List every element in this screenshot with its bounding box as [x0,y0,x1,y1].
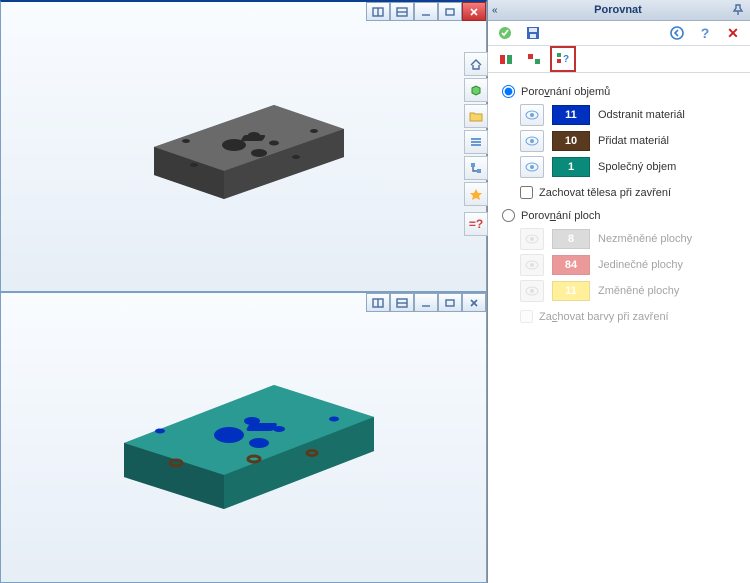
panel-back-icon[interactable] [666,22,688,44]
label-changed: Změněné plochy [598,285,679,297]
swatch-changed: 11 [552,281,590,301]
dock-folder-icon[interactable] [464,104,488,128]
radio-faces[interactable] [502,209,515,222]
label-unique: Jedinečné plochy [598,259,683,271]
model-bottom [94,333,394,543]
compare-tool-2-icon[interactable] [522,47,546,71]
dock-list-icon[interactable] [464,130,488,154]
vp-bot-split-v[interactable] [390,293,414,312]
eye-changed [520,280,544,302]
eye-unique [520,254,544,276]
swatch-unique: 84 [552,255,590,275]
side-dock: =? [464,52,486,236]
label-add: Přidat materiál [598,135,669,147]
panel-collapse-icon[interactable]: « [492,5,504,16]
vp-top-split-h[interactable] [366,2,390,21]
panel-ok-icon[interactable] [494,22,516,44]
radio-volumes[interactable] [502,85,515,98]
panel-action-row: ? ✕ [488,21,750,46]
row-changed-faces: 11 Změněné plochy [520,280,740,302]
compare-tool-1-icon[interactable] [494,47,518,71]
keep-colors-label: Zachovat barvy při zavření [539,311,669,323]
group-faces-radio[interactable]: Porovnání ploch [502,209,740,222]
vp-bot-split-h[interactable] [366,293,390,312]
eye-common-volume[interactable] [520,156,544,178]
row-remove-material: 11 Odstranit materiál [520,104,740,126]
panel-titlebar: « Porovnat [488,0,750,21]
panel-help-icon[interactable]: ? [694,22,716,44]
vp-top-close[interactable] [462,2,486,21]
keep-colors-checkbox: Zachovat barvy při zavření [520,310,740,323]
swatch-add[interactable]: 10 [552,131,590,151]
svg-text:?: ? [563,54,569,65]
label-remove: Odstranit materiál [598,109,685,121]
compare-tool-3-icon[interactable]: ? [550,46,576,72]
vp-bot-maximize[interactable] [438,293,462,312]
vp-top-split-v[interactable] [390,2,414,21]
eye-unchanged [520,228,544,250]
chk-keep-colors [520,310,533,323]
label-unchanged: Nezměněné plochy [598,233,692,245]
viewport-top[interactable] [0,0,487,292]
panel-close-icon[interactable]: ✕ [722,22,744,44]
panel-pin-icon[interactable] [732,3,746,18]
group-volumes-label: Porovnání objemů [521,86,610,98]
group-volumes-radio[interactable]: Porovnání objemů [502,85,740,98]
row-add-material: 10 Přidat materiál [520,130,740,152]
eye-remove-material[interactable] [520,104,544,126]
dock-tree-icon[interactable] [464,156,488,180]
group-faces-label: Porovnání ploch [521,210,601,222]
panel-title: Porovnat [508,4,728,16]
vp-bot-close[interactable] [462,293,486,312]
vp-bot-minimize[interactable] [414,293,438,312]
row-unchanged-faces: 8 Nezměněné plochy [520,228,740,250]
viewport-bottom[interactable] [0,292,487,583]
compare-toolbar: ? [488,46,750,73]
swatch-unchanged: 8 [552,229,590,249]
dock-compare-icon[interactable]: =? [464,212,488,236]
panel-body: Porovnání objemů 11 Odstranit materiál 1… [488,73,750,583]
swatch-common[interactable]: 1 [552,157,590,177]
dock-cube-icon[interactable] [464,78,488,102]
dock-star-icon[interactable] [464,182,488,206]
vp-top-minimize[interactable] [414,2,438,21]
vp-top-maximize[interactable] [438,2,462,21]
chk-keep-bodies[interactable] [520,186,533,199]
dock-home-icon[interactable] [464,52,488,76]
row-common-volume: 1 Společný objem [520,156,740,178]
keep-bodies-checkbox[interactable]: Zachovat tělesa při zavření [520,186,740,199]
eye-add-material[interactable] [520,130,544,152]
keep-bodies-label: Zachovat tělesa při zavření [539,187,671,199]
model-top [124,57,364,237]
label-common: Společný objem [598,161,676,173]
row-unique-faces: 84 Jedinečné plochy [520,254,740,276]
panel-save-icon[interactable] [522,22,544,44]
swatch-remove[interactable]: 11 [552,105,590,125]
